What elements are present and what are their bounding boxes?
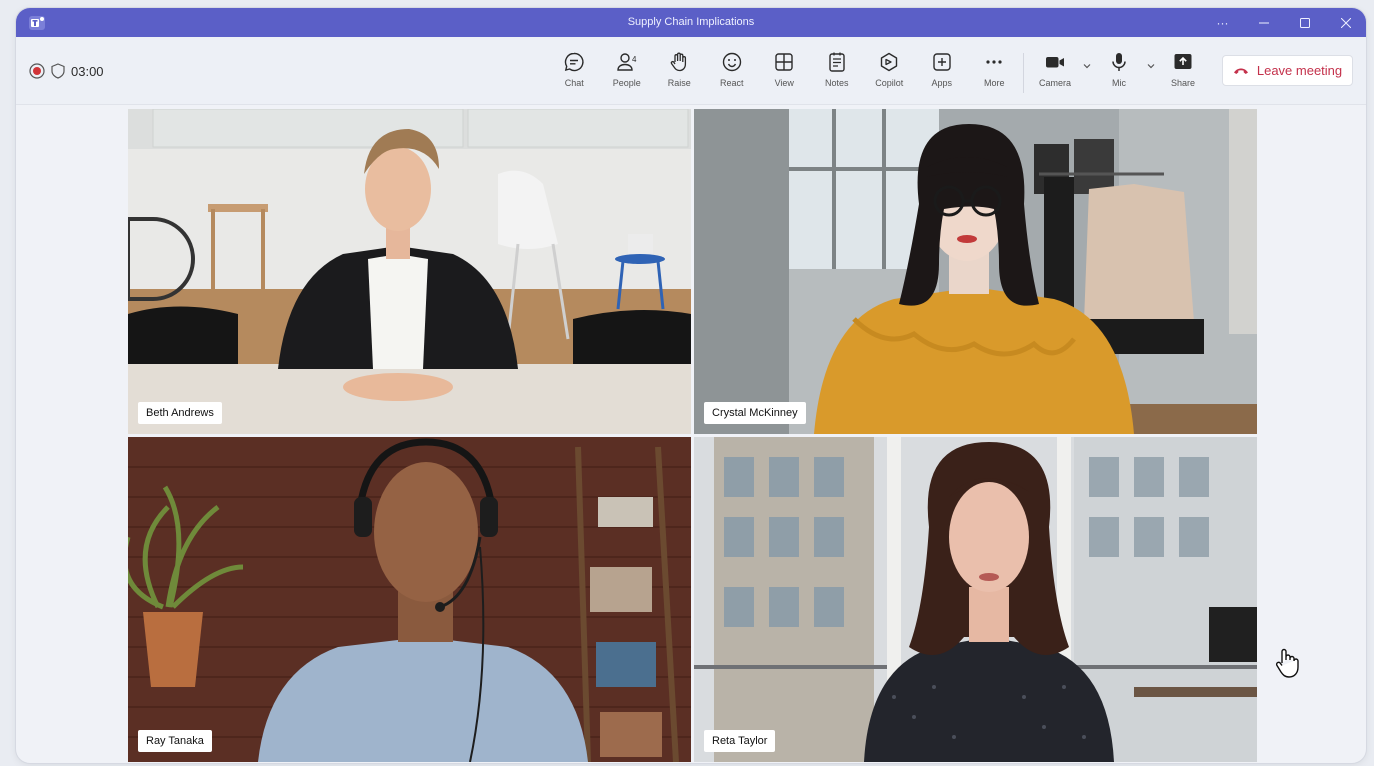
raise-label: Raise	[667, 78, 691, 88]
media-controls: Camera Mic Share	[1030, 51, 1208, 88]
participant-tile-beth[interactable]: Beth Andrews	[128, 109, 691, 434]
people-count-badge: 4	[632, 55, 637, 64]
notes-icon	[829, 52, 845, 72]
meeting-toolbar: 03:00 Chat 4 People Raise React View Not…	[16, 37, 1366, 105]
mic-icon	[1112, 53, 1126, 71]
react-label: React	[719, 78, 744, 88]
window-title: Supply Chain Implications	[627, 16, 755, 28]
toolbar-divider	[1023, 53, 1024, 93]
apps-label: Apps	[931, 78, 952, 88]
react-icon	[722, 52, 741, 72]
title-bar: Supply Chain Implications ···	[16, 8, 1366, 37]
meeting-actions: Chat 4 People Raise React View Notes Cop…	[548, 51, 1021, 88]
chat-label: Chat	[564, 78, 584, 88]
more-icon	[986, 60, 1002, 64]
notes-button[interactable]: Notes	[811, 51, 864, 88]
recording-icon	[29, 63, 45, 79]
share-button[interactable]: Share	[1158, 51, 1208, 88]
camera-button[interactable]: Camera	[1030, 51, 1080, 88]
close-button[interactable]	[1325, 8, 1366, 37]
apps-icon	[933, 53, 951, 71]
more-label: More	[983, 78, 1005, 88]
leave-meeting-label: Leave meeting	[1256, 63, 1343, 78]
view-label: View	[774, 78, 794, 88]
shield-icon	[51, 63, 65, 79]
participant-tile-ray[interactable]: Ray Tanaka	[128, 437, 691, 762]
chat-icon	[565, 52, 584, 72]
participant-video	[128, 109, 691, 434]
minimize-button[interactable]	[1243, 8, 1284, 37]
chat-button[interactable]: Chat	[548, 51, 601, 88]
participant-video	[694, 437, 1257, 762]
participant-name: Beth Andrews	[138, 402, 222, 424]
participant-tile-crystal[interactable]: Crystal McKinney	[694, 109, 1257, 434]
leave-meeting-button[interactable]: Leave meeting	[1222, 55, 1353, 86]
camera-options-button[interactable]	[1080, 43, 1094, 88]
raise-hand-button[interactable]: Raise	[653, 51, 706, 88]
mic-options-button[interactable]	[1144, 43, 1158, 88]
participant-name: Ray Tanaka	[138, 730, 212, 752]
apps-button[interactable]: Apps	[916, 51, 969, 88]
participant-name: Reta Taylor	[704, 730, 776, 752]
camera-label: Camera	[1038, 78, 1071, 88]
chevron-down-icon	[1083, 63, 1091, 68]
mic-label: Mic	[1112, 78, 1126, 88]
more-icon: ···	[1216, 15, 1229, 30]
copilot-icon	[881, 52, 898, 72]
more-button[interactable]: More	[968, 51, 1021, 88]
camera-icon	[1046, 57, 1064, 68]
minimize-icon	[1258, 22, 1269, 23]
participant-video	[128, 437, 691, 762]
copilot-button[interactable]: Copilot	[863, 51, 916, 88]
meeting-timer: 03:00	[71, 63, 104, 79]
copilot-label: Copilot	[875, 78, 904, 88]
maximize-icon	[1299, 17, 1310, 28]
more-options-button[interactable]: ···	[1202, 8, 1243, 37]
notes-label: Notes	[824, 78, 849, 88]
hang-up-icon	[1233, 68, 1248, 74]
share-icon	[1174, 54, 1192, 69]
people-icon: 4	[617, 53, 637, 71]
view-icon	[775, 53, 793, 71]
hand-pointer-cursor-icon	[1275, 648, 1299, 678]
chevron-down-icon	[1147, 63, 1155, 68]
view-button[interactable]: View	[758, 51, 811, 88]
recording-status: 03:00	[29, 63, 104, 79]
share-label: Share	[1170, 78, 1196, 88]
mic-button[interactable]: Mic	[1094, 51, 1144, 88]
people-button[interactable]: 4 People	[601, 51, 654, 88]
meeting-window: Supply Chain Implications ··· 03:00 Chat…	[16, 8, 1366, 763]
close-icon	[1340, 17, 1351, 28]
people-label: People	[612, 78, 641, 88]
participant-video	[694, 109, 1257, 434]
maximize-button[interactable]	[1284, 8, 1325, 37]
participant-tile-reta[interactable]: Reta Taylor	[694, 437, 1257, 762]
participant-name: Crystal McKinney	[704, 402, 806, 424]
react-button[interactable]: React	[706, 51, 759, 88]
raise-hand-icon	[671, 52, 687, 72]
